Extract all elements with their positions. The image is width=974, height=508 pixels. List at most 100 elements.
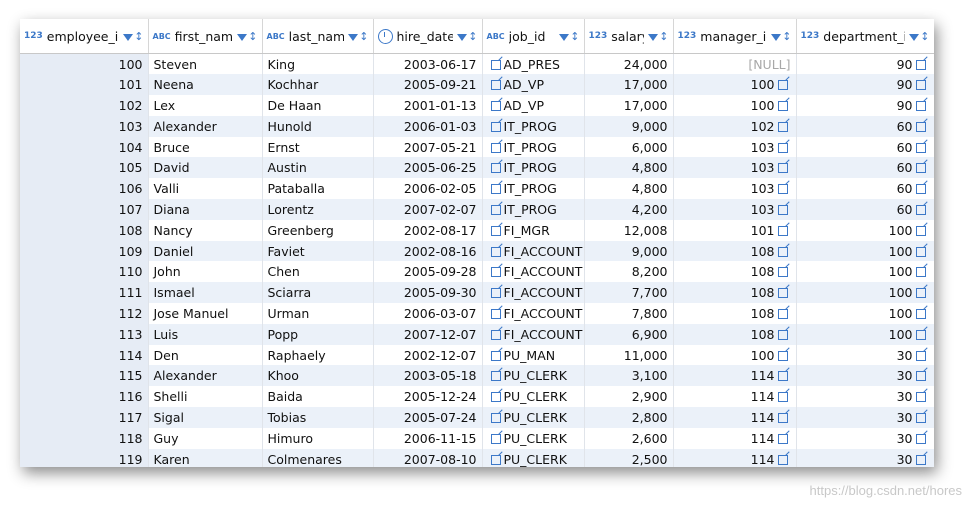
cell-last-name[interactable]: De Haan xyxy=(262,95,374,116)
cell-hire-date[interactable]: 2006-11-15 xyxy=(373,427,483,449)
cell-employee-id[interactable]: 107 xyxy=(20,199,149,220)
filter-icon[interactable] xyxy=(559,33,570,41)
cell-last-name[interactable]: Greenberg xyxy=(262,219,374,241)
cell-department-id[interactable]: 30 xyxy=(796,365,934,387)
cell-employee-id[interactable]: 112 xyxy=(20,303,149,324)
foreign-key-link-icon[interactable] xyxy=(777,163,788,174)
cell-hire-date[interactable]: 2005-09-28 xyxy=(373,261,483,283)
cell-first-name[interactable]: Sigal xyxy=(148,407,263,428)
cell-job-id[interactable]: AD_VP xyxy=(482,74,585,96)
cell-employee-id[interactable]: 110 xyxy=(20,261,149,283)
foreign-key-link-icon[interactable] xyxy=(915,329,926,340)
filter-icon[interactable] xyxy=(771,33,782,41)
cell-salary[interactable]: 2,500 xyxy=(584,448,674,467)
cell-manager-id[interactable]: 103 xyxy=(673,157,797,179)
cell-job-id[interactable]: FI_ACCOUNT xyxy=(482,282,585,304)
foreign-key-link-icon[interactable] xyxy=(490,308,501,319)
cell-hire-date[interactable]: 2007-08-10 xyxy=(373,448,483,467)
cell-employee-id[interactable]: 108 xyxy=(20,219,149,241)
cell-job-id[interactable]: FI_ACCOUNT xyxy=(482,323,585,345)
cell-salary[interactable]: 17,000 xyxy=(584,95,674,116)
column-header-manager-id[interactable]: 123 manager_id ↕ xyxy=(673,19,797,54)
cell-hire-date[interactable]: 2007-02-07 xyxy=(373,199,483,220)
foreign-key-link-icon[interactable] xyxy=(777,412,788,423)
cell-salary[interactable]: 17,000 xyxy=(584,74,674,96)
cell-department-id[interactable]: 100 xyxy=(796,240,934,262)
table-row[interactable]: 113 Luis Popp 2007-12-07 FI_ACCOUNT 6,900 108 1… xyxy=(20,323,934,345)
foreign-key-link-icon[interactable] xyxy=(777,329,788,340)
foreign-key-link-icon[interactable] xyxy=(490,433,501,444)
foreign-key-link-icon[interactable] xyxy=(915,454,926,465)
cell-hire-date[interactable]: 2005-09-30 xyxy=(373,282,483,304)
sort-icon[interactable]: ↕ xyxy=(920,31,929,42)
cell-hire-date[interactable]: 2005-07-24 xyxy=(373,407,483,428)
sort-icon[interactable]: ↕ xyxy=(659,31,668,42)
cell-first-name[interactable]: Nancy xyxy=(148,219,263,241)
cell-last-name[interactable]: Popp xyxy=(262,323,374,345)
cell-employee-id[interactable]: 119 xyxy=(20,448,149,467)
cell-hire-date[interactable]: 2001-01-13 xyxy=(373,95,483,116)
cell-employee-id[interactable]: 101 xyxy=(20,74,149,96)
cell-employee-id[interactable]: 103 xyxy=(20,115,149,137)
cell-department-id[interactable]: 60 xyxy=(796,136,934,158)
cell-employee-id[interactable]: 102 xyxy=(20,95,149,116)
cell-first-name[interactable]: Alexander xyxy=(148,115,263,137)
cell-employee-id[interactable]: 116 xyxy=(20,386,149,408)
cell-last-name[interactable]: Faviet xyxy=(262,240,374,262)
foreign-key-link-icon[interactable] xyxy=(490,142,501,153)
cell-hire-date[interactable]: 2002-08-16 xyxy=(373,240,483,262)
cell-first-name[interactable]: Den xyxy=(148,344,263,366)
foreign-key-link-icon[interactable] xyxy=(777,246,788,257)
cell-last-name[interactable]: Himuro xyxy=(262,427,374,449)
cell-last-name[interactable]: Tobias xyxy=(262,407,374,428)
cell-manager-id[interactable]: 108 xyxy=(673,303,797,324)
cell-job-id[interactable]: PU_CLERK xyxy=(482,386,585,408)
cell-employee-id[interactable]: 109 xyxy=(20,240,149,262)
column-header-job-id[interactable]: ABC job_id ↕ xyxy=(482,19,585,54)
foreign-key-link-icon[interactable] xyxy=(915,288,926,299)
table-row[interactable]: 115 Alexander Khoo 2003-05-18 PU_CLERK 3,100 1… xyxy=(20,365,934,387)
foreign-key-link-icon[interactable] xyxy=(490,225,501,236)
cell-department-id[interactable]: 90 xyxy=(796,74,934,96)
cell-first-name[interactable]: Karen xyxy=(148,448,263,467)
table-row[interactable]: 100 Steven King 2003-06-17 AD_PRES 24,000 [NUL… xyxy=(20,53,934,75)
foreign-key-link-icon[interactable] xyxy=(490,267,501,278)
foreign-key-link-icon[interactable] xyxy=(915,100,926,111)
cell-hire-date[interactable]: 2005-06-25 xyxy=(373,157,483,179)
cell-manager-id[interactable]: 102 xyxy=(673,115,797,137)
table-row[interactable]: 107 Diana Lorentz 2007-02-07 IT_PROG 4,200 103… xyxy=(20,199,934,220)
foreign-key-link-icon[interactable] xyxy=(915,59,926,70)
cell-salary[interactable]: 9,000 xyxy=(584,240,674,262)
cell-department-id[interactable]: 100 xyxy=(796,282,934,304)
cell-manager-id[interactable]: 108 xyxy=(673,282,797,304)
foreign-key-link-icon[interactable] xyxy=(915,246,926,257)
foreign-key-link-icon[interactable] xyxy=(915,225,926,236)
cell-job-id[interactable]: PU_CLERK xyxy=(482,448,585,467)
cell-first-name[interactable]: Valli xyxy=(148,178,263,200)
cell-employee-id[interactable]: 105 xyxy=(20,157,149,179)
cell-job-id[interactable]: PU_CLERK xyxy=(482,427,585,449)
sort-icon[interactable]: ↕ xyxy=(134,31,143,42)
cell-manager-id[interactable]: 101 xyxy=(673,219,797,241)
cell-salary[interactable]: 4,800 xyxy=(584,157,674,179)
cell-last-name[interactable]: Khoo xyxy=(262,365,374,387)
cell-salary[interactable]: 7,800 xyxy=(584,303,674,324)
table-row[interactable]: 105 David Austin 2005-06-25 IT_PROG 4,800 103 6… xyxy=(20,157,934,179)
cell-manager-id[interactable]: 100 xyxy=(673,95,797,116)
cell-salary[interactable]: 7,700 xyxy=(584,282,674,304)
table-row[interactable]: 118 Guy Himuro 2006-11-15 PU_CLERK 2,600 114 30 xyxy=(20,427,934,449)
cell-salary[interactable]: 2,600 xyxy=(584,427,674,449)
table-row[interactable]: 114 Den Raphaely 2002-12-07 PU_MAN 11,000 100 3… xyxy=(20,344,934,366)
cell-job-id[interactable]: FI_ACCOUNT xyxy=(482,303,585,324)
filter-icon[interactable] xyxy=(348,33,359,41)
cell-salary[interactable]: 2,900 xyxy=(584,386,674,408)
table-row[interactable]: 111 Ismael Sciarra 2005-09-30 FI_ACCOUNT 7,70… xyxy=(20,282,934,304)
cell-department-id[interactable]: 30 xyxy=(796,448,934,467)
cell-manager-id[interactable]: 114 xyxy=(673,407,797,428)
foreign-key-link-icon[interactable] xyxy=(490,329,501,340)
foreign-key-link-icon[interactable] xyxy=(915,142,926,153)
cell-department-id[interactable]: 30 xyxy=(796,427,934,449)
cell-hire-date[interactable]: 2005-12-24 xyxy=(373,386,483,408)
table-row[interactable]: 110 John Chen 2005-09-28 FI_ACCOUNT 8,200 108 1… xyxy=(20,261,934,283)
foreign-key-link-icon[interactable] xyxy=(777,267,788,278)
